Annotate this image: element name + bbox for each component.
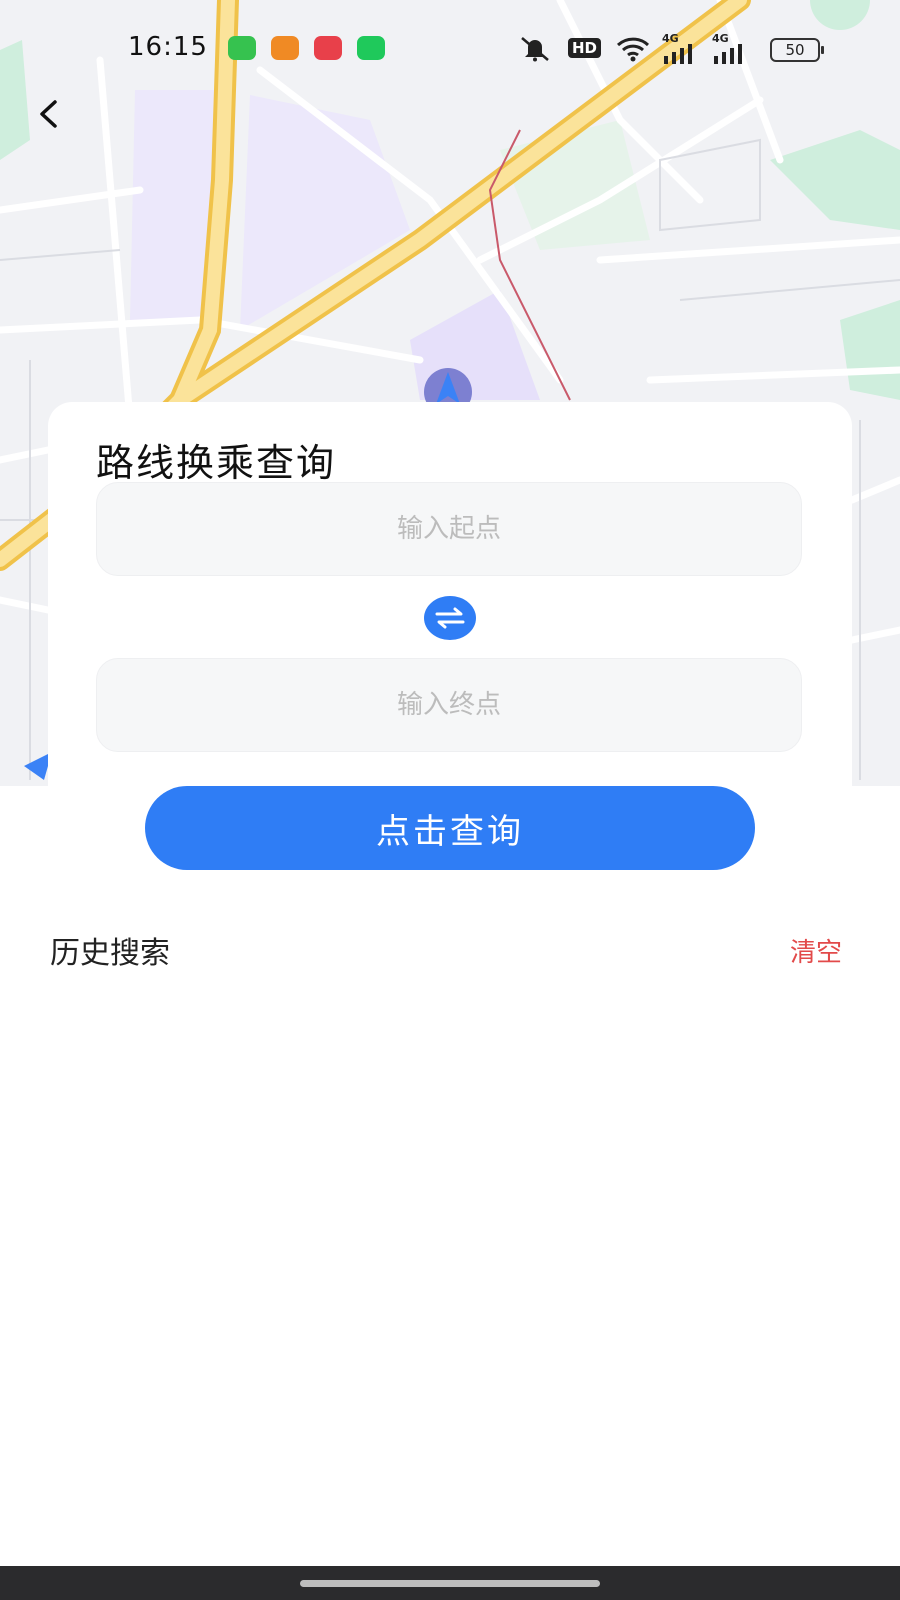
signal-strength-icon-2 [714, 44, 742, 64]
history-title: 历史搜索 [50, 936, 170, 971]
green-app-icon [357, 36, 385, 60]
mute-bell-icon [521, 37, 549, 62]
video-app-icon [314, 36, 342, 60]
swap-button[interactable] [424, 596, 476, 640]
clear-history-button[interactable]: 清空 [790, 932, 842, 969]
wifi-icon [616, 37, 650, 62]
battery-indicator: 50 [770, 38, 824, 62]
end-point-input[interactable] [96, 658, 802, 752]
status-bar: 16:15 HD 4G 4G 50 [0, 28, 900, 68]
query-button[interactable]: 点击查询 [145, 786, 755, 870]
swap-arrows-icon [435, 607, 465, 629]
orange-app-icon [271, 36, 299, 60]
signal-strength-icon [664, 44, 692, 64]
route-query-card: 路线换乘查询 [48, 402, 852, 786]
message-app-icon [228, 36, 256, 60]
hd-badge: HD [568, 38, 602, 58]
start-point-input[interactable] [96, 482, 802, 576]
back-button[interactable] [28, 92, 68, 136]
system-nav-bar [0, 1566, 900, 1600]
card-title: 路线换乘查询 [96, 441, 337, 485]
home-indicator[interactable] [300, 1580, 600, 1587]
chevron-left-icon [40, 100, 57, 128]
status-time: 16:15 [128, 32, 208, 62]
